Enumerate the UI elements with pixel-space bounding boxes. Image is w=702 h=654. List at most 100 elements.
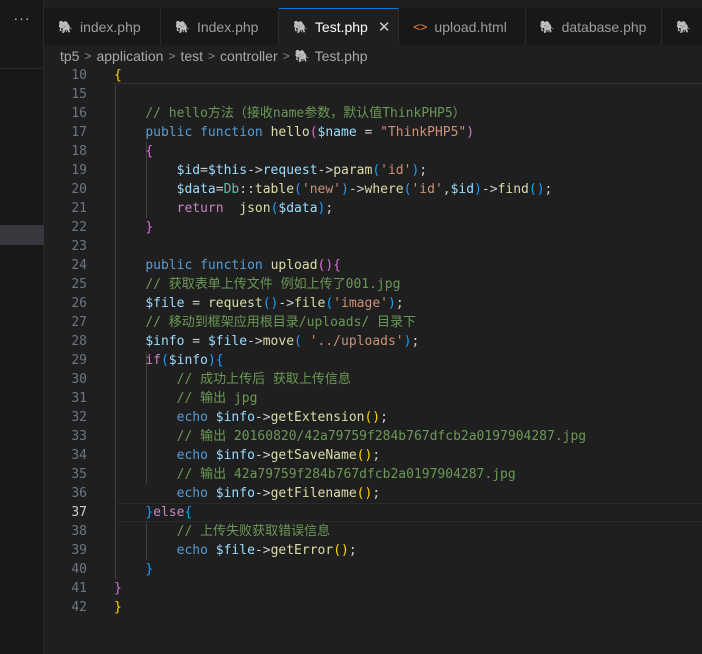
breadcrumb: tp5 > application > test > controller > … — [60, 46, 368, 66]
breadcrumb-item[interactable]: tp5 — [60, 48, 79, 64]
code-text: } — [145, 562, 154, 577]
chevron-right-icon: > — [282, 49, 290, 63]
php-elephant-icon: 🐘 — [676, 19, 691, 34]
code-editor[interactable]: 10 {15 16 // hello方法（接收name参数，默认值ThinkPHP5… — [44, 66, 702, 654]
code-text: // 移动到框架应用根目录/uploads/ 目录下 — [145, 315, 417, 330]
code-line[interactable]: 18 { — [44, 142, 702, 161]
code-line[interactable]: 40 } — [44, 560, 702, 579]
code-text: echo $info->getSaveName(); — [176, 448, 381, 463]
code-line[interactable]: 33 // 输出 20160820/42a79759f284b767dfcb2a… — [44, 427, 702, 446]
line-number: 26 — [71, 296, 87, 311]
more-actions-icon[interactable]: ··· — [0, 10, 44, 26]
code-line[interactable]: 21 return json($data); — [44, 199, 702, 218]
code-text: $file = request()->file('image'); — [145, 296, 404, 311]
code-line[interactable]: 26 $file = request()->file('image'); — [44, 294, 702, 313]
code-line[interactable]: 30 // 成功上传后 获取上传信息 — [44, 370, 702, 389]
line-number: 23 — [71, 239, 87, 254]
code-line[interactable]: 34 echo $info->getSaveName(); — [44, 446, 702, 465]
code-line[interactable]: 36 echo $info->getFilename(); — [44, 484, 702, 503]
code-text: echo $file->getError(); — [176, 543, 357, 558]
code-line[interactable]: 32 echo $info->getExtension(); — [44, 408, 702, 427]
code-text: $id=$this->request->param('id'); — [176, 163, 428, 178]
line-number: 15 — [71, 87, 87, 102]
code-text: // 输出 42a79759f284b767dfcb2a0197904287.j… — [176, 467, 516, 482]
line-number: 35 — [71, 467, 87, 482]
code-text: } — [114, 581, 122, 596]
code-line[interactable]: 42} — [44, 598, 702, 617]
code-line[interactable]: 37 }else{ — [44, 503, 702, 522]
code-text: // 上传失败获取错误信息 — [176, 524, 331, 539]
tab-label: upload.html — [434, 18, 507, 35]
code-line[interactable]: 23 — [44, 237, 702, 256]
line-number: 28 — [71, 334, 87, 349]
tab-Index-php[interactable]: 🐘 Index.php — [161, 8, 279, 45]
line-number: 24 — [71, 258, 87, 273]
code-line[interactable]: 35 // 输出 42a79759f284b767dfcb2a019790428… — [44, 465, 702, 484]
code-line[interactable]: 16 // hello方法（接收name参数，默认值ThinkPHP5） — [44, 104, 702, 123]
code-line[interactable]: 15 — [44, 85, 702, 104]
tab-upload-html[interactable]: <> upload.html — [399, 8, 526, 45]
line-number: 37 — [71, 505, 87, 520]
code-text: // 输出 jpg — [176, 391, 258, 406]
php-elephant-icon: 🐘 — [539, 19, 555, 34]
line-number: 27 — [71, 315, 87, 330]
code-text: { — [114, 68, 122, 83]
code-text: public function upload(){ — [145, 258, 342, 273]
line-number: 10 — [71, 68, 87, 83]
code-line[interactable]: 38 // 上传失败获取错误信息 — [44, 522, 702, 541]
explorer-sidebar: ··· — [0, 0, 44, 654]
close-tab-icon[interactable]: ✕ — [378, 18, 391, 36]
code-text: } — [114, 600, 122, 615]
chevron-right-icon: > — [208, 49, 216, 63]
code-line[interactable]: 17 public function hello($name = "ThinkP… — [44, 123, 702, 142]
code-line[interactable]: 29 if($info){ — [44, 351, 702, 370]
tab-index-php[interactable]: 🐘 index.php — [44, 8, 161, 45]
line-number: 33 — [71, 429, 87, 444]
code-line[interactable]: 20 $data=Db::table('new')->where('id',$i… — [44, 180, 702, 199]
tab-database-php[interactable]: 🐘 database.php — [526, 8, 662, 45]
sidebar-selected-row[interactable] — [0, 225, 44, 245]
code-line[interactable]: 41} — [44, 579, 702, 598]
line-number: 31 — [71, 391, 87, 406]
line-number: 41 — [71, 581, 87, 596]
chevron-right-icon: > — [168, 49, 176, 63]
tab-test-php[interactable]: 🐘 Test.php ✕ — [278, 8, 399, 45]
tab-overflow[interactable]: 🐘 — [662, 8, 702, 45]
code-line[interactable]: 39 echo $file->getError(); — [44, 541, 702, 560]
code-text: // 输出 20160820/42a79759f284b767dfcb2a019… — [176, 429, 587, 444]
code-text: { — [145, 144, 154, 159]
breadcrumb-item[interactable]: Test.php — [315, 48, 368, 64]
tab-label: database.php — [561, 18, 647, 35]
sidebar-divider — [0, 68, 44, 69]
editor-tab-bar: 🐘 index.php 🐘 Index.php 🐘 Test.php ✕ <> … — [44, 8, 702, 45]
line-number: 18 — [71, 144, 87, 159]
code-text: // hello方法（接收name参数，默认值ThinkPHP5） — [145, 106, 466, 121]
code-text: // 获取表单上传文件 例如上传了001.jpg — [145, 277, 401, 292]
code-text: $data=Db::table('new')->where('id',$id)-… — [176, 182, 553, 197]
code-line[interactable]: 22 } — [44, 218, 702, 237]
php-elephant-icon: 🐘 — [294, 49, 310, 63]
code-text: // 成功上传后 获取上传信息 — [176, 372, 351, 387]
code-text: public function hello($name = "ThinkPHP5… — [145, 125, 475, 140]
breadcrumb-item[interactable]: application — [96, 48, 163, 64]
line-number: 39 — [71, 543, 87, 558]
tab-label: Index.php — [196, 18, 259, 35]
code-text: if($info){ — [145, 353, 224, 368]
code-text: } — [145, 220, 154, 235]
code-line[interactable]: 25 // 获取表单上传文件 例如上传了001.jpg — [44, 275, 702, 294]
code-line[interactable]: 24 public function upload(){ — [44, 256, 702, 275]
code-line[interactable]: 27 // 移动到框架应用根目录/uploads/ 目录下 — [44, 313, 702, 332]
php-elephant-icon: 🐘 — [292, 20, 308, 34]
line-number: 40 — [71, 562, 87, 577]
code-line[interactable]: 10 { — [44, 66, 702, 85]
code-text: return json($data); — [176, 201, 334, 216]
breadcrumb-item[interactable]: controller — [220, 48, 278, 64]
code-line[interactable]: 31 // 输出 jpg — [44, 389, 702, 408]
code-line[interactable]: 28 $info = $file->move( '../uploads'); — [44, 332, 702, 351]
line-number: 21 — [71, 201, 87, 216]
line-number: 22 — [71, 220, 87, 235]
line-number: 16 — [71, 106, 87, 121]
code-text: echo $info->getFilename(); — [176, 486, 381, 501]
breadcrumb-item[interactable]: test — [180, 48, 203, 64]
code-line[interactable]: 19 $id=$this->request->param('id'); — [44, 161, 702, 180]
